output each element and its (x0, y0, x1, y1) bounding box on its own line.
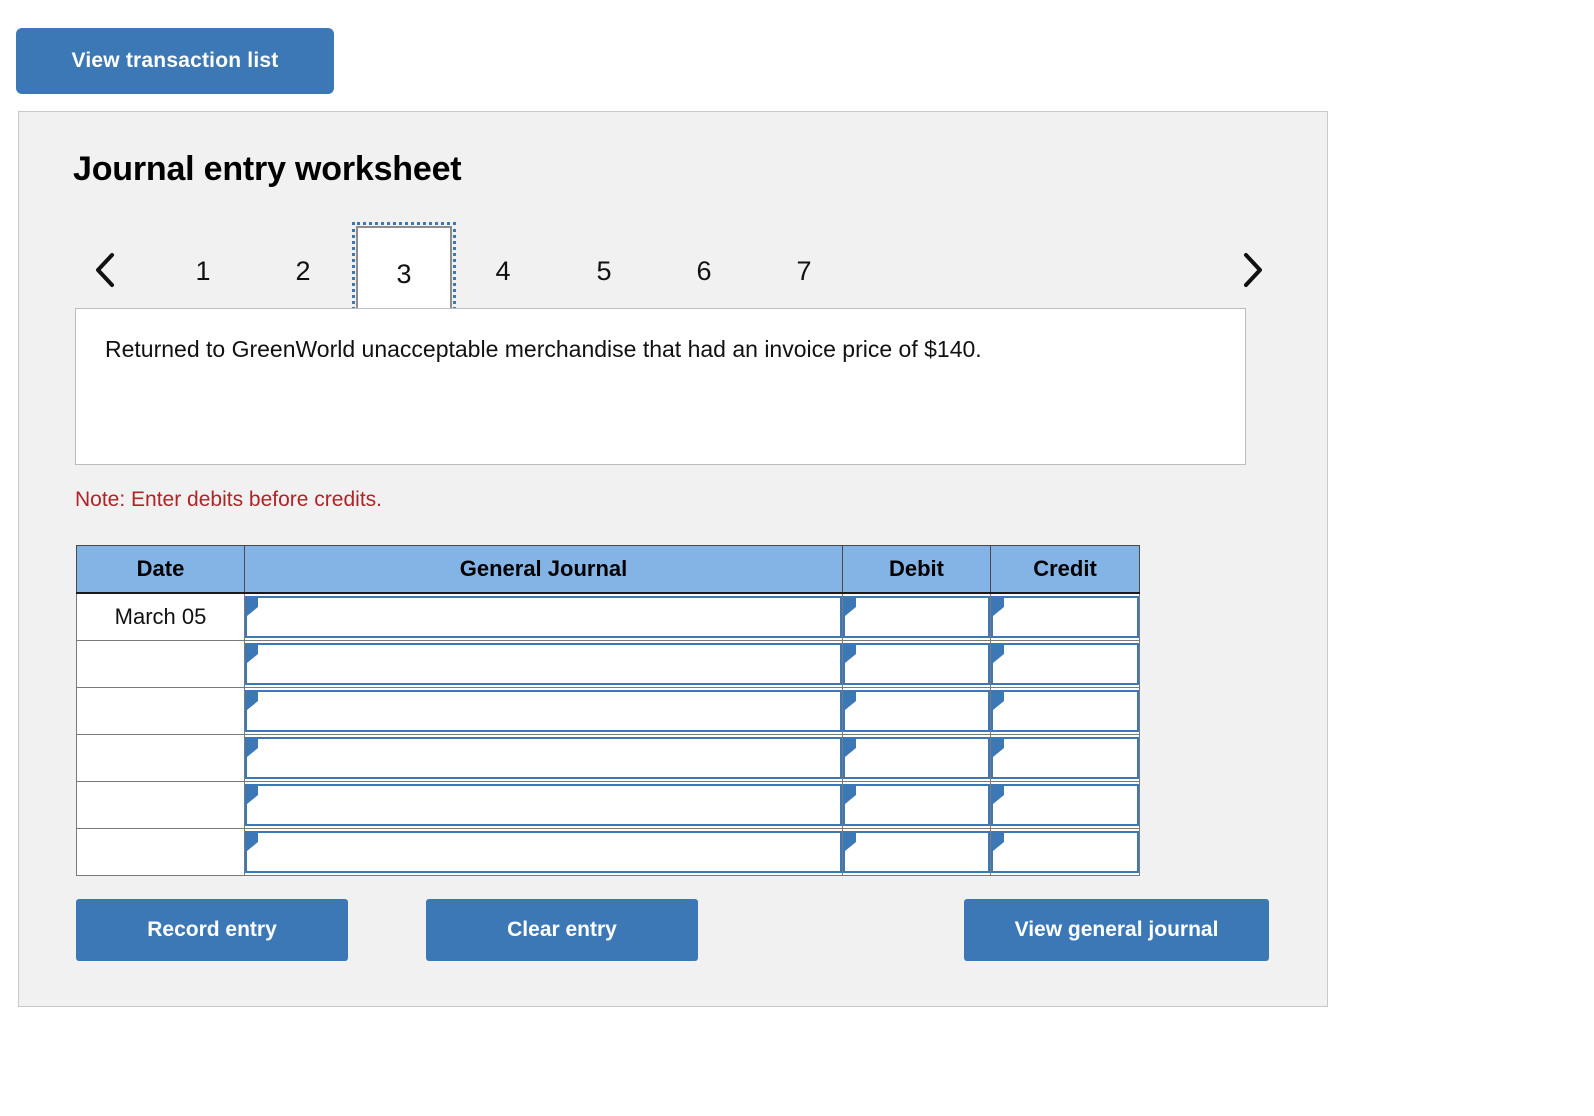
general-journal-input[interactable] (245, 596, 842, 638)
debit-cell[interactable] (842, 640, 991, 688)
general-journal-input[interactable] (245, 690, 842, 732)
column-header-general-journal: General Journal (244, 545, 843, 594)
credit-input[interactable] (991, 596, 1139, 638)
record-entry-button[interactable]: Record entry (76, 899, 348, 961)
debit-cell[interactable] (842, 592, 991, 641)
clear-entry-button[interactable]: Clear entry (426, 899, 698, 961)
general-journal-cell[interactable] (244, 592, 843, 641)
date-cell (76, 781, 245, 829)
pager-page-6[interactable]: 6 (674, 240, 734, 302)
debit-input[interactable] (843, 643, 990, 685)
chevron-right-icon[interactable] (1230, 245, 1274, 295)
debit-input[interactable] (843, 831, 990, 873)
credit-input[interactable] (991, 690, 1139, 732)
table-header-row: Date General Journal Debit Credit (76, 545, 1140, 594)
general-journal-input[interactable] (245, 643, 842, 685)
date-cell (76, 828, 245, 876)
worksheet-pager: 1 2 3 4 5 6 7 (73, 222, 1274, 323)
credit-cell[interactable] (990, 687, 1140, 735)
debit-input[interactable] (843, 737, 990, 779)
journal-entry-worksheet-panel: Journal entry worksheet 1 2 3 4 5 6 7 Re… (18, 111, 1328, 1007)
credit-cell[interactable] (990, 592, 1140, 641)
date-cell (76, 734, 245, 782)
general-journal-cell[interactable] (244, 687, 843, 735)
general-journal-input[interactable] (245, 737, 842, 779)
date-cell (76, 640, 245, 688)
pager-page-4[interactable]: 4 (473, 240, 533, 302)
general-journal-cell[interactable] (244, 828, 843, 876)
date-cell: March 05 (76, 592, 245, 641)
general-journal-input[interactable] (245, 784, 842, 826)
pager-page-2[interactable]: 2 (273, 240, 333, 302)
table-row (76, 734, 1140, 782)
pager-page-7[interactable]: 7 (774, 240, 834, 302)
debit-cell[interactable] (842, 828, 991, 876)
credit-cell[interactable] (990, 828, 1140, 876)
credit-cell[interactable] (990, 734, 1140, 782)
pager-page-1[interactable]: 1 (173, 240, 233, 302)
date-cell (76, 687, 245, 735)
pager-page-3[interactable]: 3 (352, 222, 456, 323)
column-header-debit: Debit (842, 545, 991, 594)
view-transaction-list-button[interactable]: View transaction list (16, 28, 334, 94)
table-row (76, 781, 1140, 829)
debit-cell[interactable] (842, 734, 991, 782)
table-row (76, 640, 1140, 688)
credit-input[interactable] (991, 831, 1139, 873)
pager-page-5[interactable]: 5 (574, 240, 634, 302)
credit-cell[interactable] (990, 781, 1140, 829)
credit-input[interactable] (991, 784, 1139, 826)
general-journal-input[interactable] (245, 831, 842, 873)
journal-entry-page: View transaction list Journal entry work… (0, 0, 1594, 1116)
debit-input[interactable] (843, 596, 990, 638)
credit-cell[interactable] (990, 640, 1140, 688)
credit-input[interactable] (991, 643, 1139, 685)
table-row (76, 828, 1140, 876)
journal-entry-table: Date General Journal Debit Credit March … (76, 545, 1140, 876)
transaction-description-text: Returned to GreenWorld unacceptable merc… (105, 336, 982, 362)
view-general-journal-button[interactable]: View general journal (964, 899, 1269, 961)
debit-cell[interactable] (842, 781, 991, 829)
column-header-date: Date (76, 545, 245, 594)
chevron-left-icon[interactable] (83, 245, 127, 295)
table-row: March 05 (76, 592, 1140, 641)
debits-before-credits-note: Note: Enter debits before credits. (75, 488, 382, 511)
debit-input[interactable] (843, 784, 990, 826)
debit-input[interactable] (843, 690, 990, 732)
column-header-credit: Credit (990, 545, 1140, 594)
general-journal-cell[interactable] (244, 734, 843, 782)
table-row (76, 687, 1140, 735)
credit-input[interactable] (991, 737, 1139, 779)
debit-cell[interactable] (842, 687, 991, 735)
transaction-description-box: Returned to GreenWorld unacceptable merc… (75, 308, 1246, 465)
general-journal-cell[interactable] (244, 640, 843, 688)
general-journal-cell[interactable] (244, 781, 843, 829)
page-title: Journal entry worksheet (73, 150, 462, 188)
